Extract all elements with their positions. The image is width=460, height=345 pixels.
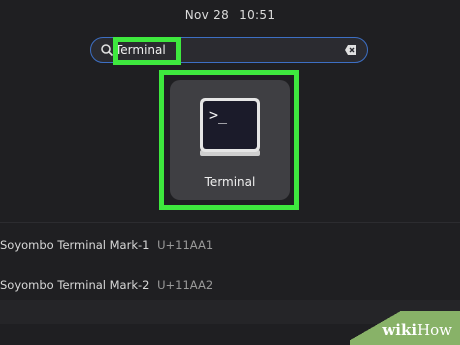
terminal-app-icon: >_ bbox=[200, 98, 260, 156]
terminal-app-tile[interactable]: >_ Terminal bbox=[170, 80, 290, 200]
watermark-wiki: wiki bbox=[382, 321, 418, 339]
watermark-how: How bbox=[417, 321, 452, 339]
date-label: Nov 28 bbox=[184, 8, 230, 22]
clear-search-icon[interactable] bbox=[345, 44, 357, 56]
terminal-prompt: >_ bbox=[209, 106, 228, 124]
search-input[interactable] bbox=[111, 38, 179, 62]
divider bbox=[0, 222, 460, 223]
result-name: Soyombo Terminal Mark-1 bbox=[0, 238, 150, 252]
result-row[interactable]: Soyombo Terminal Mark-2 U+11AA2 bbox=[0, 275, 460, 295]
top-bar[interactable]: Nov 28 10:51 bbox=[0, 0, 460, 30]
time-label: 10:51 bbox=[239, 8, 276, 22]
app-label: Terminal bbox=[204, 175, 256, 189]
result-name: Soyombo Terminal Mark-2 bbox=[0, 278, 150, 292]
result-code: U+11AA1 bbox=[157, 238, 214, 252]
result-code: U+11AA2 bbox=[157, 278, 214, 292]
search-bar[interactable] bbox=[90, 37, 368, 63]
result-row[interactable]: Soyombo Terminal Mark-1 U+11AA1 bbox=[0, 235, 460, 255]
watermark: wikiHow bbox=[350, 311, 460, 345]
